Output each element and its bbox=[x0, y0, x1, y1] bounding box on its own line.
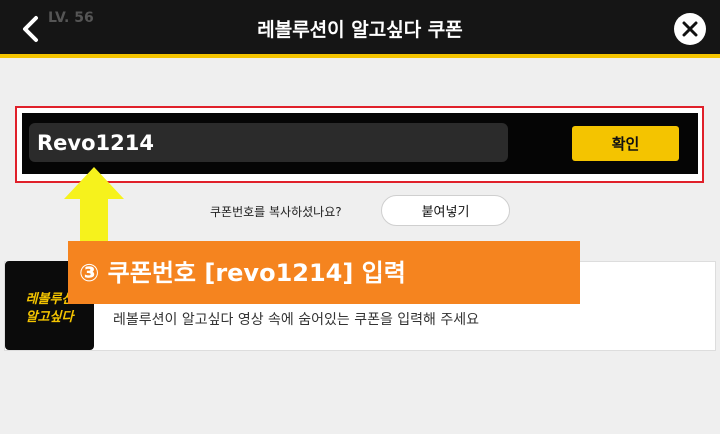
close-icon bbox=[682, 21, 698, 37]
paste-button[interactable]: 붙여넣기 bbox=[381, 195, 510, 226]
header-bar: LV. 56 레볼루션이 알고싶다 쿠폰 bbox=[0, 0, 720, 58]
page-title: 레볼루션이 알고싶다 쿠폰 bbox=[257, 19, 463, 41]
coupon-description: 레볼루션이 알고싶다 영상 속에 숨어있는 쿠폰을 입력해 주세요 bbox=[113, 312, 480, 328]
thumb-logo-line2: 알고싶다 bbox=[25, 310, 74, 325]
close-button[interactable] bbox=[674, 13, 706, 45]
instruction-callout-text: ③ 쿠폰번호 [revo1214] 입력 bbox=[79, 259, 406, 287]
confirm-button[interactable]: 확인 bbox=[572, 126, 679, 161]
up-arrow-icon bbox=[64, 167, 124, 241]
copy-question-label: 쿠폰번호를 복사하셨나요? bbox=[210, 205, 342, 219]
coupon-code-input[interactable] bbox=[29, 123, 508, 162]
